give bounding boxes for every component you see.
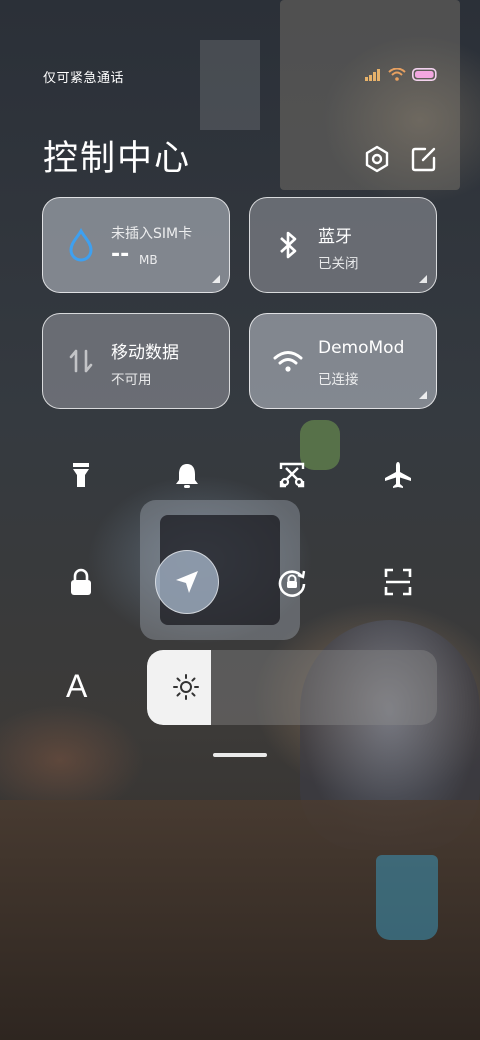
gear-icon[interactable] xyxy=(362,144,392,174)
bluetooth-status: 已关闭 xyxy=(318,256,359,272)
bluetooth-tile[interactable]: 蓝牙 已关闭 xyxy=(249,197,437,293)
expand-corner-icon xyxy=(419,275,427,283)
wifi-icon xyxy=(388,68,406,81)
location-arrow-icon xyxy=(176,571,198,593)
bluetooth-label: 蓝牙 xyxy=(318,227,352,247)
font-size-button[interactable]: A xyxy=(66,668,87,705)
battery-icon xyxy=(412,68,437,81)
auto-rotate-toggle[interactable] xyxy=(260,550,324,614)
bell-icon xyxy=(176,464,198,488)
mobile-data-label: 移动数据 xyxy=(111,343,179,363)
signal-icon xyxy=(365,68,380,81)
wifi-status: 已连接 xyxy=(318,372,359,388)
scanner-toggle[interactable] xyxy=(366,550,430,614)
screenshot-scissors-icon xyxy=(279,462,305,488)
data-value: -- xyxy=(111,242,130,267)
lock-icon xyxy=(71,568,91,595)
bluetooth-icon xyxy=(280,231,297,259)
water-drop-icon xyxy=(69,228,93,262)
flashlight-icon xyxy=(73,463,89,487)
expand-corner-icon xyxy=(212,275,220,283)
edit-icon[interactable] xyxy=(409,144,439,174)
rotation-lock-icon xyxy=(278,570,306,597)
mobile-data-status: 不可用 xyxy=(111,372,152,388)
sun-icon xyxy=(173,674,199,700)
wifi-tile[interactable]: DemoMod 已连接 xyxy=(249,313,437,409)
screenshot-toggle[interactable] xyxy=(260,443,324,507)
flashlight-toggle[interactable] xyxy=(49,443,113,507)
scan-icon xyxy=(384,568,412,596)
carrier-text: 仅可紧急通话 xyxy=(43,71,125,86)
wifi-icon xyxy=(273,351,303,372)
dismiss-handle[interactable] xyxy=(213,753,267,757)
data-usage-tile[interactable]: 未插入SIM卡 -- MB xyxy=(42,197,230,293)
data-unit: MB xyxy=(139,253,158,267)
expand-corner-icon xyxy=(419,391,427,399)
location-toggle[interactable] xyxy=(155,550,219,614)
wifi-network-name: DemoMod xyxy=(318,338,405,358)
brightness-slider[interactable] xyxy=(147,650,437,725)
sim-status: 未插入SIM卡 xyxy=(111,226,193,242)
lock-screen-toggle[interactable] xyxy=(49,550,113,614)
data-arrows-icon xyxy=(69,349,93,373)
system-icons xyxy=(364,68,438,81)
mobile-data-tile[interactable]: 移动数据 不可用 xyxy=(42,313,230,409)
page-title: 控制中心 xyxy=(43,139,192,179)
airplane-icon xyxy=(385,462,411,488)
sound-toggle[interactable] xyxy=(155,443,219,507)
airplane-toggle[interactable] xyxy=(366,443,430,507)
